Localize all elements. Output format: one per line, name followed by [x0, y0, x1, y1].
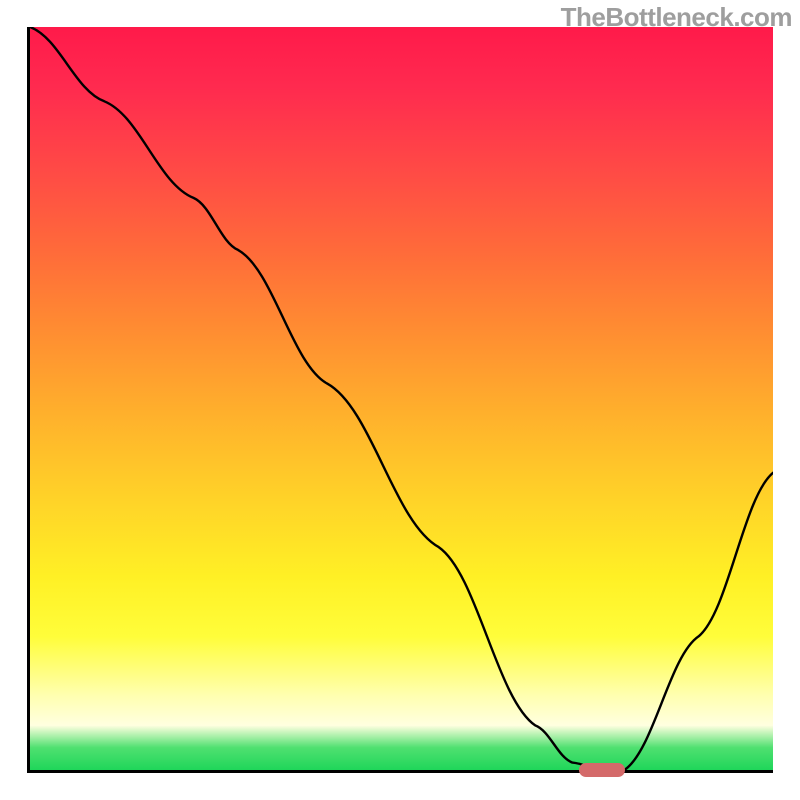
bottleneck-curve: [30, 27, 773, 770]
plot-area: [27, 27, 773, 773]
curve-path: [30, 27, 773, 770]
optimal-range-marker: [579, 763, 625, 777]
chart-container: TheBottleneck.com: [0, 0, 800, 800]
